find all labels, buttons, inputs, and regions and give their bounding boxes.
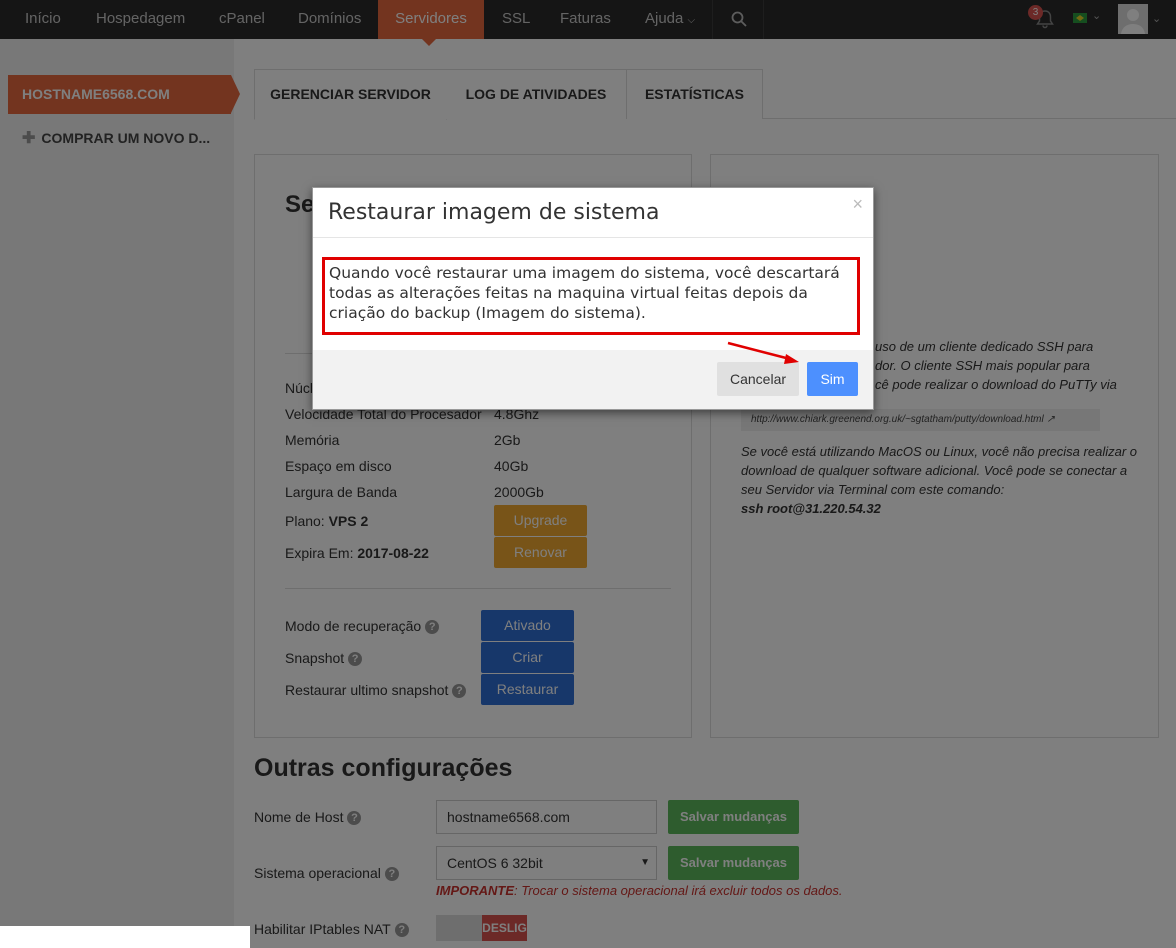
- annotation-arrow-icon: [727, 341, 799, 364]
- close-icon[interactable]: ×: [852, 194, 863, 215]
- modal-backdrop[interactable]: [0, 0, 1176, 948]
- bottom-left-panel: [0, 926, 250, 948]
- modal-title: Restaurar imagem de sistema: [328, 200, 660, 225]
- restore-image-modal: Restaurar imagem de sistema × Quando voc…: [312, 187, 874, 410]
- modal-divider: [313, 237, 873, 238]
- modal-message: Quando você restaurar uma imagem do sist…: [322, 257, 860, 335]
- confirm-button[interactable]: Sim: [807, 362, 858, 396]
